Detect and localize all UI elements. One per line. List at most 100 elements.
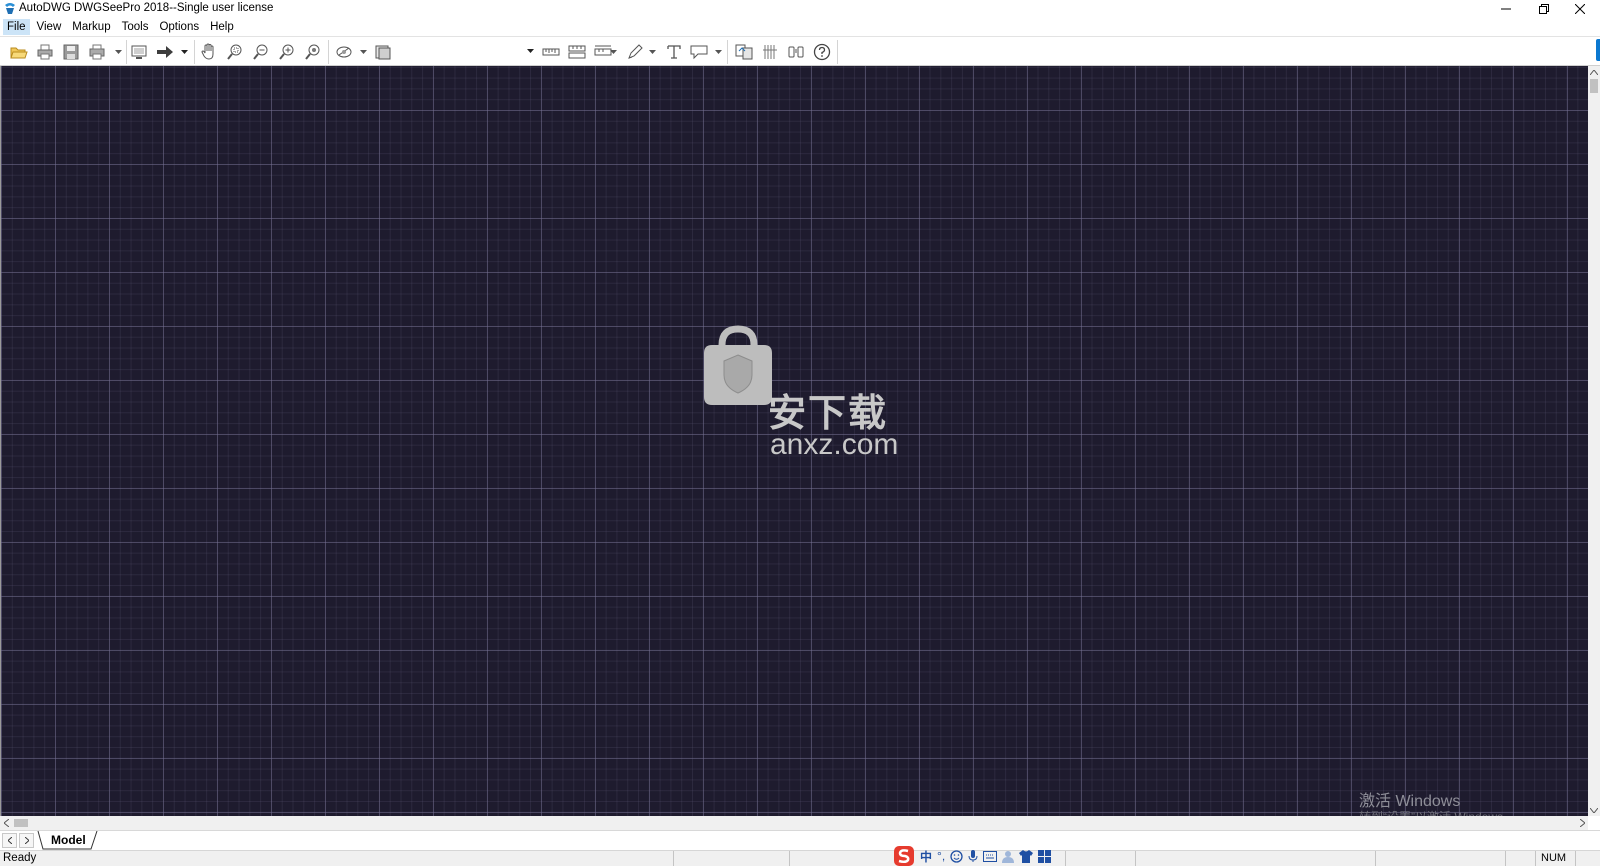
tab-prev-button[interactable]	[2, 833, 17, 848]
zoom-out-icon	[253, 44, 268, 60]
menu-help[interactable]: Help	[206, 19, 238, 35]
measure-dropdown[interactable]	[608, 41, 618, 63]
emoji-icon[interactable]	[950, 849, 963, 863]
app-logo-icon	[5, 3, 15, 14]
window-title: AutoDWG DWGSeePro 2018--Single user lice…	[19, 2, 274, 14]
num-lock-indicator: NUM	[1541, 852, 1567, 864]
toolbar-separator	[727, 40, 728, 64]
sidebar-button[interactable]	[759, 41, 781, 63]
minimize-button[interactable]	[1488, 0, 1524, 18]
skin-shirt-icon[interactable]	[1019, 849, 1034, 863]
chevron-down-icon	[114, 50, 122, 54]
pan-button[interactable]	[198, 41, 220, 63]
microphone-icon[interactable]	[968, 849, 978, 863]
layer-icon	[336, 46, 352, 58]
export-dropdown[interactable]	[179, 41, 189, 63]
menu-view[interactable]: View	[33, 19, 66, 35]
help-button[interactable]	[811, 41, 833, 63]
ime-mode-indicator[interactable]: 中	[920, 848, 932, 865]
horizontal-scroll-thumb[interactable]	[14, 819, 28, 827]
scroll-left-button[interactable]	[0, 816, 12, 830]
chevron-down-icon	[648, 50, 656, 54]
zoom-window-icon	[227, 44, 242, 60]
close-button[interactable]	[1562, 0, 1598, 18]
open-folder-icon	[10, 47, 28, 59]
text-markup-button[interactable]	[663, 41, 685, 63]
print-button[interactable]	[34, 41, 56, 63]
horizontal-scrollbar[interactable]	[0, 816, 1588, 830]
toolbar-separator	[837, 40, 838, 64]
status-pane	[1065, 851, 1135, 866]
batch-print-dropdown[interactable]	[113, 41, 123, 63]
pan-hand-icon	[201, 43, 214, 60]
zoom-extents-icon	[305, 44, 320, 60]
chevron-up-icon	[1590, 69, 1598, 75]
pen-markup-icon	[628, 44, 643, 59]
layer-button[interactable]	[333, 41, 355, 63]
menu-tools[interactable]: Tools	[118, 19, 153, 35]
save-icon	[63, 44, 79, 60]
status-pane	[1575, 851, 1600, 866]
zoom-out-button[interactable]	[250, 41, 272, 63]
save-button[interactable]	[60, 41, 82, 63]
tab-next-button[interactable]	[19, 833, 34, 848]
ime-toolbar: 中 °,	[893, 845, 1052, 867]
restore-icon	[1539, 4, 1549, 14]
scroll-up-button[interactable]	[1588, 66, 1600, 78]
chevron-left-icon	[7, 837, 12, 844]
zoom-window-button[interactable]	[224, 41, 246, 63]
chevron-down-icon	[1590, 807, 1598, 813]
scroll-down-button[interactable]	[1588, 804, 1600, 816]
measure-distance-icon	[542, 48, 560, 56]
status-pane	[1375, 851, 1505, 866]
pen-dropdown[interactable]	[647, 41, 657, 63]
status-bar: Ready 中 °, NUM	[0, 846, 1600, 866]
chevron-down-icon	[180, 50, 188, 54]
ime-punct-indicator[interactable]: °,	[937, 849, 945, 863]
batch-print-button[interactable]	[87, 41, 109, 63]
layer-dropdown[interactable]	[358, 41, 368, 63]
background-icon	[375, 45, 391, 60]
chevron-down-icon	[359, 50, 367, 54]
menu-bar: File View Markup Tools Options Help	[0, 18, 1600, 36]
tab-model[interactable]: Model	[41, 831, 96, 850]
pen-markup-button[interactable]	[624, 41, 646, 63]
layout-tabs: Model	[0, 830, 1600, 850]
chevron-right-icon	[1579, 819, 1585, 827]
zoom-in-button[interactable]	[276, 41, 298, 63]
callout-markup-button[interactable]	[688, 41, 710, 63]
title-bar: AutoDWG DWGSeePro 2018--Single user lice…	[0, 0, 1600, 18]
compare-button[interactable]	[733, 41, 755, 63]
vertical-scroll-thumb[interactable]	[1590, 79, 1598, 93]
sidebar-icon	[763, 45, 777, 59]
layout-button[interactable]	[128, 41, 150, 63]
vertical-scrollbar[interactable]	[1588, 66, 1600, 816]
restore-button[interactable]	[1526, 0, 1562, 18]
open-button[interactable]	[8, 41, 30, 63]
toolbox-grid-icon[interactable]	[1038, 849, 1052, 863]
background-button[interactable]	[372, 41, 394, 63]
menu-markup[interactable]: Markup	[68, 19, 114, 35]
user-icon[interactable]	[1002, 850, 1015, 863]
measure-distance-button[interactable]	[540, 41, 562, 63]
toolbar-separator	[194, 40, 195, 64]
sogou-logo-icon[interactable]	[893, 845, 915, 867]
zoom-extents-button[interactable]	[302, 41, 324, 63]
layout-combo[interactable]	[408, 43, 537, 63]
menu-file[interactable]: File	[3, 19, 30, 35]
panel-toggle-tab[interactable]	[1596, 39, 1600, 61]
scroll-right-button[interactable]	[1576, 816, 1588, 830]
chevron-down-icon	[609, 50, 617, 54]
chevron-right-icon	[24, 837, 29, 844]
chevron-down-icon	[527, 49, 534, 53]
batch-print-icon	[89, 44, 105, 60]
status-pane	[789, 851, 889, 866]
menu-options[interactable]: Options	[155, 19, 203, 35]
chevron-down-icon	[714, 50, 722, 54]
keyboard-icon[interactable]	[983, 850, 998, 862]
callout-dropdown[interactable]	[713, 41, 723, 63]
export-button[interactable]	[154, 41, 176, 63]
binoculars-icon	[788, 46, 804, 58]
find-button[interactable]	[785, 41, 807, 63]
measure-area-button[interactable]	[566, 41, 588, 63]
